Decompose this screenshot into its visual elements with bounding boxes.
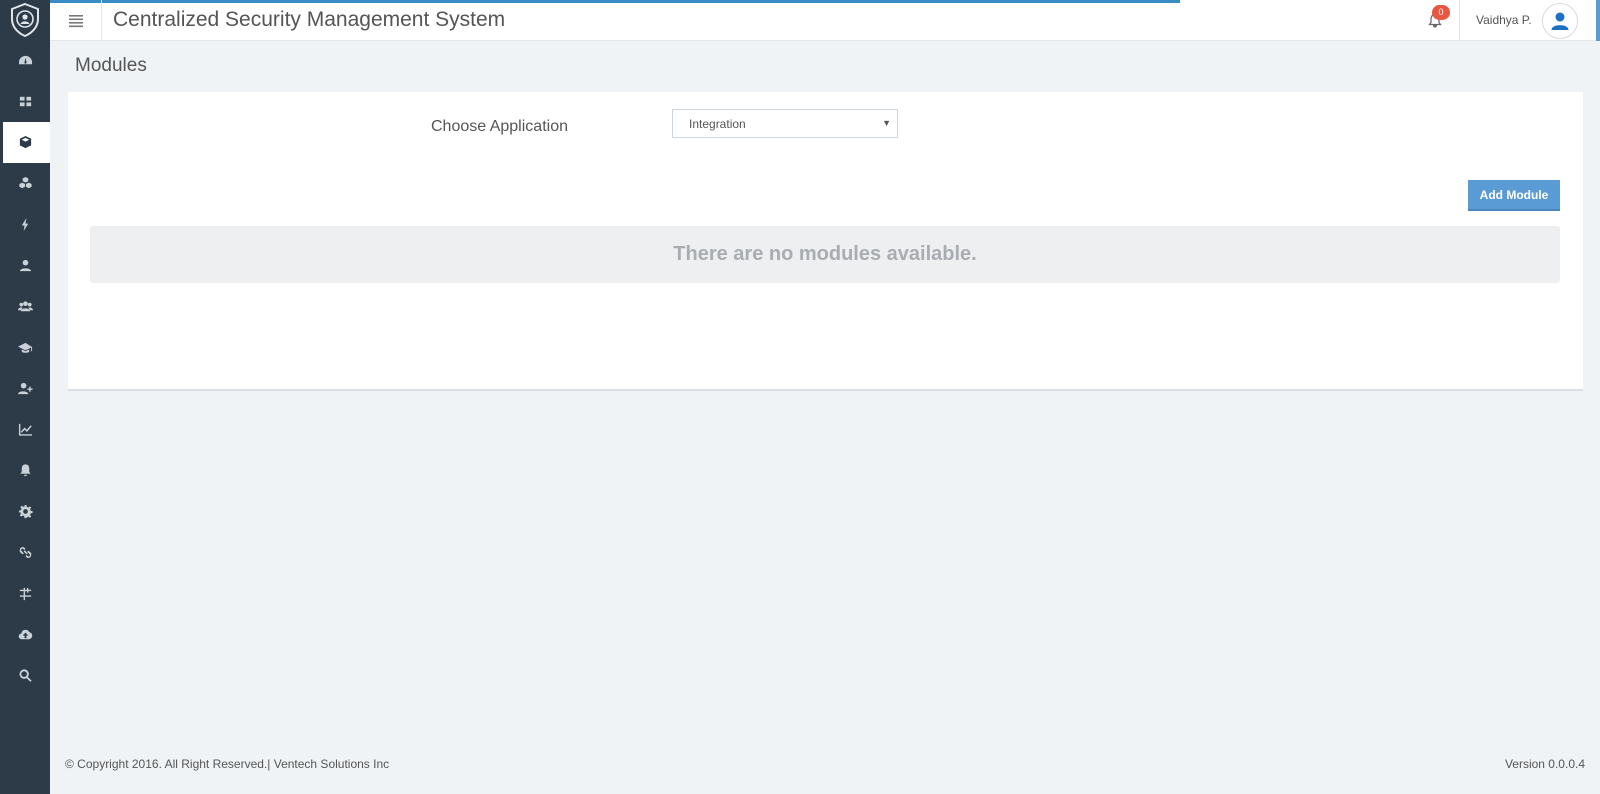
choose-application-label: Choose Application: [431, 118, 568, 135]
app-title: Centralized Security Management System: [113, 8, 506, 31]
sidebar-item-modules[interactable]: [0, 122, 50, 163]
cube-icon: [19, 135, 31, 149]
application-select[interactable]: Integration ▼: [672, 109, 898, 138]
user-icon: [19, 259, 31, 272]
footer-copyright: © Copyright 2016. All Right Reserved.| V…: [65, 757, 390, 771]
notification-count-badge: 0: [1432, 5, 1450, 20]
sidebar-item-user[interactable]: [0, 245, 50, 286]
add-module-button[interactable]: Add Module: [1468, 180, 1560, 211]
sidebar-item-add-user[interactable]: [0, 368, 50, 409]
top-header: Centralized Security Management System 0…: [50, 0, 1600, 41]
sidebar-item-search[interactable]: [0, 655, 50, 696]
line-chart-icon: [18, 423, 32, 436]
cloud-upload-icon: [18, 629, 32, 640]
sidebar-item-reports[interactable]: [0, 409, 50, 450]
scrollbar-edge: [1596, 0, 1600, 41]
shield-logo-icon[interactable]: [0, 0, 50, 40]
sidebar-item-bolt[interactable]: [0, 204, 50, 245]
selected-application-value: Integration: [689, 116, 746, 131]
sliders-icon: [19, 587, 31, 601]
hamburger-icon: [68, 14, 83, 27]
sidebar-item-upload[interactable]: [0, 614, 50, 655]
footer-version: Version 0.0.0.4: [1504, 757, 1585, 771]
bell-icon: [19, 464, 31, 477]
users-icon: [17, 301, 33, 312]
graduation-cap-icon: [17, 342, 32, 353]
sidebar-item-links[interactable]: [0, 532, 50, 573]
sidebar-item-users[interactable]: [0, 286, 50, 327]
sidebar-item-cubes[interactable]: [0, 163, 50, 204]
sidebar-item-filters[interactable]: [0, 573, 50, 614]
gear-icon: [18, 504, 33, 519]
sidebar-item-grid[interactable]: [0, 81, 50, 122]
grid-icon: [19, 96, 31, 107]
avatar[interactable]: [1542, 3, 1578, 39]
user-name[interactable]: Vaidhya P.: [1476, 13, 1532, 27]
cubes-icon: [18, 176, 32, 189]
page-title: Modules: [75, 55, 147, 76]
sidebar: [0, 0, 50, 794]
user-plus-icon: [17, 382, 33, 395]
bolt-icon: [21, 217, 28, 232]
user-avatar-icon: [1551, 12, 1569, 30]
empty-state-text: There are no modules available.: [673, 243, 977, 265]
sidebar-item-settings[interactable]: [0, 491, 50, 532]
dashboard-icon: [18, 55, 32, 65]
link-icon: [19, 547, 31, 558]
sidebar-item-notifications[interactable]: [0, 450, 50, 491]
search-icon: [19, 669, 32, 682]
loading-progress-bar: [50, 0, 1180, 3]
sidebar-item-training[interactable]: [0, 327, 50, 368]
notifications-button[interactable]: 0: [1410, 0, 1460, 41]
sidebar-item-dashboard[interactable]: [0, 40, 50, 81]
menu-toggle-button[interactable]: [50, 0, 102, 41]
empty-state-message-box: There are no modules available.: [90, 226, 1560, 283]
caret-down-icon: ▼: [882, 118, 891, 128]
modules-panel: Choose Application Integration ▼ Add Mod…: [68, 92, 1583, 391]
